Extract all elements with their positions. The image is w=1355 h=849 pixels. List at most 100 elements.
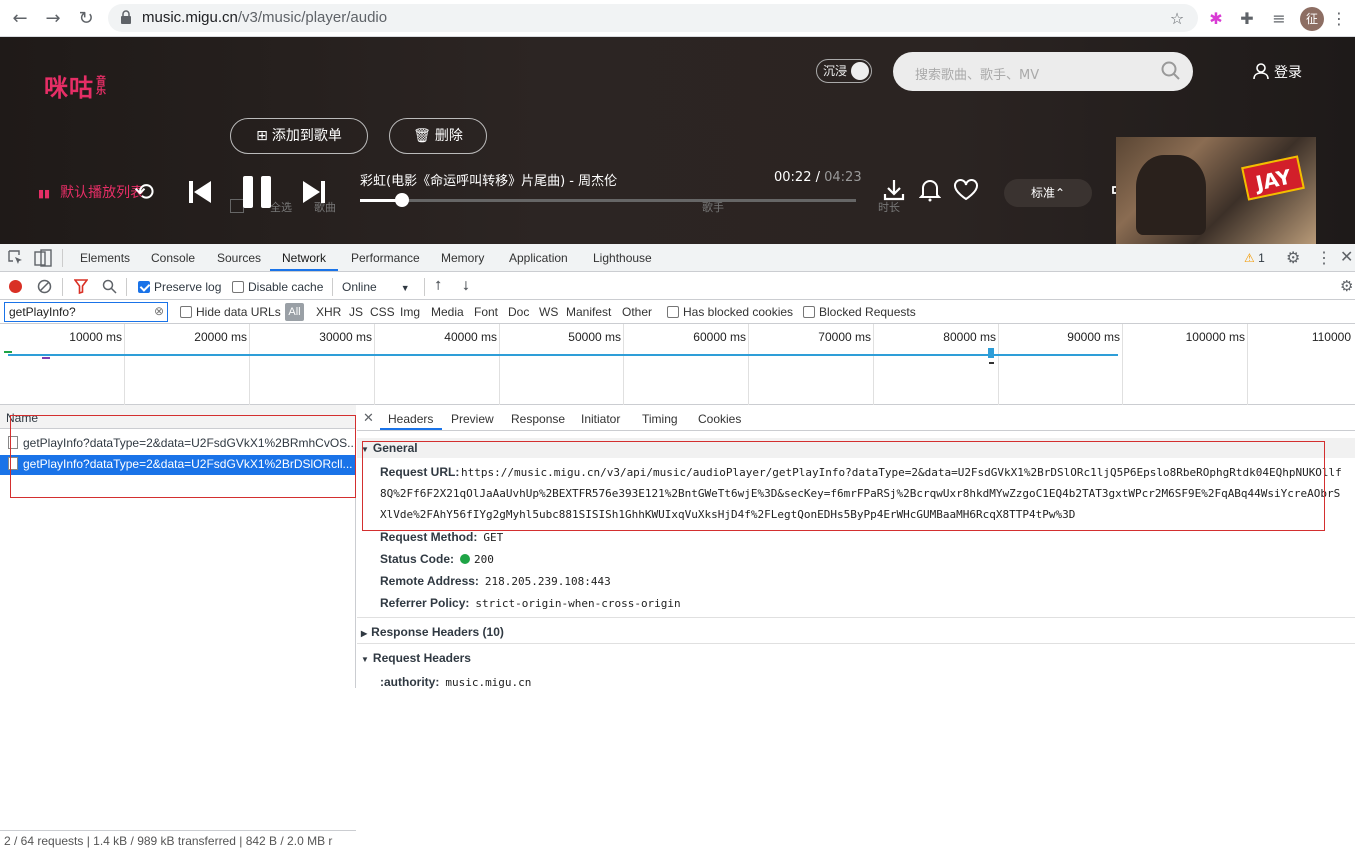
playlist-icon[interactable]: ≡ (1268, 8, 1290, 30)
remote-address-row: Remote Address: 218.205.239.108:443 (380, 574, 611, 588)
preserve-log-checkbox[interactable]: Preserve log (138, 280, 221, 294)
network-timeline[interactable]: 10000 ms 20000 ms 30000 ms 40000 ms 5000… (0, 324, 1355, 405)
table-row-selected[interactable]: getPlayInfo?dataType=2&data=U2FsdGVkX1%2… (0, 455, 356, 475)
pause-icon[interactable] (241, 174, 273, 210)
next-icon[interactable] (302, 178, 326, 206)
filter-icon[interactable] (74, 279, 88, 294)
filter-xhr[interactable]: XHR (316, 305, 341, 319)
menu-icon[interactable]: ⋮ (1328, 8, 1350, 30)
checkbox-unchecked (232, 281, 244, 293)
warning-indicator[interactable]: ⚠ 1 (1244, 251, 1265, 265)
tab-console[interactable]: Console (151, 251, 195, 265)
url-host: music.migu.cn (142, 9, 238, 26)
add-to-playlist-button[interactable]: ⊞ 添加到歌单 (230, 118, 368, 154)
search-icon[interactable] (102, 279, 117, 294)
import-har-icon[interactable]: ⭡ (435, 278, 441, 294)
clear-icon[interactable] (37, 279, 52, 294)
download-icon[interactable] (882, 178, 906, 202)
divider (357, 617, 1355, 618)
delete-button[interactable]: 🗑 删除 (389, 118, 487, 154)
general-section-header[interactable]: ▼ General (357, 438, 1355, 458)
filter-manifest[interactable]: Manifest (566, 305, 611, 319)
trash-icon: 🗑 (413, 128, 431, 144)
tab-memory[interactable]: Memory (441, 251, 484, 265)
filter-img[interactable]: Img (400, 305, 420, 319)
loop-icon[interactable]: ⟲ (134, 178, 154, 206)
tab-cookies[interactable]: Cookies (698, 412, 741, 426)
album-cover[interactable]: JAY (1116, 137, 1316, 244)
tab-sources[interactable]: Sources (217, 251, 261, 265)
network-settings-icon[interactable]: ⚙ (1340, 277, 1353, 295)
triangle-down-icon: ▼ (361, 655, 369, 664)
request-list: Name getPlayInfo?dataType=2&data=U2FsdGV… (0, 405, 356, 848)
search-icon[interactable] (1161, 61, 1181, 81)
filter-font[interactable]: Font (474, 305, 498, 319)
timeline-mark-blue (988, 348, 994, 358)
filter-all-button[interactable]: All (285, 303, 304, 321)
response-headers-section-header[interactable]: ▶ Response Headers (10) (357, 622, 1355, 642)
device-toolbar-icon[interactable] (34, 249, 52, 267)
blocked-requests-checkbox[interactable]: Blocked Requests (803, 305, 916, 319)
heart-icon[interactable] (953, 179, 979, 201)
throttling-select[interactable]: Online ▼ (342, 280, 410, 294)
inspect-icon[interactable] (8, 250, 24, 266)
settings-gear-icon[interactable]: ⚙ (1286, 248, 1300, 268)
quality-selector[interactable]: 标准⌃ (1004, 179, 1092, 207)
clear-filter-icon[interactable]: ⊗ (154, 304, 164, 318)
export-har-icon[interactable]: ⭣ (463, 278, 469, 294)
tab-headers[interactable]: Headers (388, 412, 433, 426)
delete-label: 删除 (434, 128, 463, 144)
tab-timing[interactable]: Timing (642, 412, 678, 426)
previous-icon[interactable] (188, 178, 212, 206)
profile-avatar[interactable]: 征 (1300, 7, 1324, 31)
has-blocked-cookies-label: Has blocked cookies (683, 305, 794, 319)
bell-icon[interactable] (919, 178, 941, 202)
tab-lighthouse[interactable]: Lighthouse (593, 251, 652, 265)
tab-response[interactable]: Response (511, 412, 565, 426)
migu-logo[interactable]: 咪咕 音乐 (44, 68, 108, 103)
extension-icon[interactable]: ✚ (1236, 8, 1258, 30)
forward-icon[interactable]: → (43, 9, 63, 29)
name-column-header[interactable]: Name (0, 405, 356, 429)
has-blocked-cookies-checkbox[interactable]: Has blocked cookies (667, 305, 793, 319)
login-button[interactable]: 登录 (1252, 62, 1302, 82)
filter-js[interactable]: JS (349, 305, 363, 319)
filter-doc[interactable]: Doc (508, 305, 529, 319)
star-icon[interactable]: ☆ (1166, 8, 1188, 30)
more-options-icon[interactable]: ⋮ (1316, 248, 1332, 268)
table-row[interactable]: getPlayInfo?dataType=2&data=U2FsdGVkX1%2… (0, 434, 356, 454)
tab-application[interactable]: Application (509, 251, 568, 265)
time-total: 04:23 (824, 170, 862, 185)
filter-css[interactable]: CSS (370, 305, 395, 319)
tab-performance[interactable]: Performance (351, 251, 420, 265)
progress-handle[interactable] (394, 193, 409, 207)
hide-data-urls-checkbox[interactable]: Hide data URLs (180, 305, 281, 319)
timeline-gridline (748, 324, 749, 405)
filter-input[interactable]: getPlayInfo? ⊗ (4, 302, 168, 322)
filter-ws[interactable]: WS (539, 305, 558, 319)
search-box[interactable]: 搜索歌曲、歌手、MV (893, 52, 1193, 91)
immersive-toggle[interactable]: 沉浸 (816, 59, 872, 83)
back-icon[interactable]: ← (10, 9, 30, 29)
detail-tabbar: ✕ Headers Preview Response Initiator Tim… (357, 405, 1355, 431)
select-all-label: 全选 (270, 201, 292, 214)
close-detail-icon[interactable]: ✕ (363, 410, 374, 426)
network-toolbar: Preserve log Disable cache Online ▼ ⭡ ⭣ ⚙ (0, 273, 1355, 300)
request-headers-section-header[interactable]: ▼ Request Headers (357, 648, 1355, 668)
reload-icon[interactable]: ↻ (76, 9, 96, 29)
time-current: 00:22 (774, 170, 812, 185)
filter-other[interactable]: Other (622, 305, 652, 319)
search-placeholder: 搜索歌曲、歌手、MV (915, 68, 1040, 83)
disable-cache-checkbox[interactable]: Disable cache (232, 280, 323, 294)
tab-initiator[interactable]: Initiator (581, 412, 620, 426)
extension-colorful-icon[interactable]: ✱ (1205, 8, 1227, 30)
playlist-label[interactable]: ▮▮ 默认播放列表 (38, 182, 144, 202)
tab-preview[interactable]: Preview (451, 412, 494, 426)
tab-network[interactable]: Network (282, 251, 326, 265)
close-icon[interactable]: ✕ (1340, 247, 1353, 267)
filter-media[interactable]: Media (431, 305, 464, 319)
record-icon[interactable] (9, 280, 22, 293)
address-bar[interactable]: music.migu.cn/v3/music/player/audio (108, 4, 1198, 32)
tab-elements[interactable]: Elements (80, 251, 130, 265)
progress-bar[interactable] (360, 193, 856, 207)
